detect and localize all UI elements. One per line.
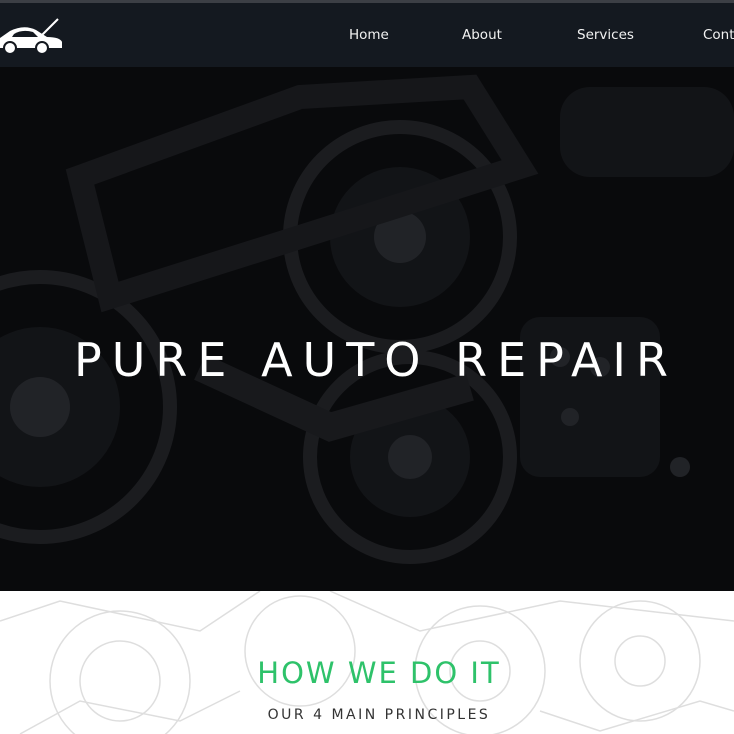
nav-link-contact[interactable]: Cont xyxy=(703,3,734,67)
hero-title: PURE AUTO REPAIR xyxy=(74,333,678,387)
hero-banner: PURE AUTO REPAIR xyxy=(0,67,734,591)
section-heading: HOW WE DO IT xyxy=(257,656,501,690)
nav-link-home[interactable]: Home xyxy=(349,3,389,67)
car-icon[interactable] xyxy=(0,17,66,55)
engine-background-image xyxy=(0,67,734,591)
nav-link-services[interactable]: Services xyxy=(577,3,634,67)
section-subheading: OUR 4 MAIN PRINCIPLES xyxy=(267,707,491,723)
nav-link-about[interactable]: About xyxy=(462,3,502,67)
navbar: Home About Services Cont xyxy=(0,3,734,67)
